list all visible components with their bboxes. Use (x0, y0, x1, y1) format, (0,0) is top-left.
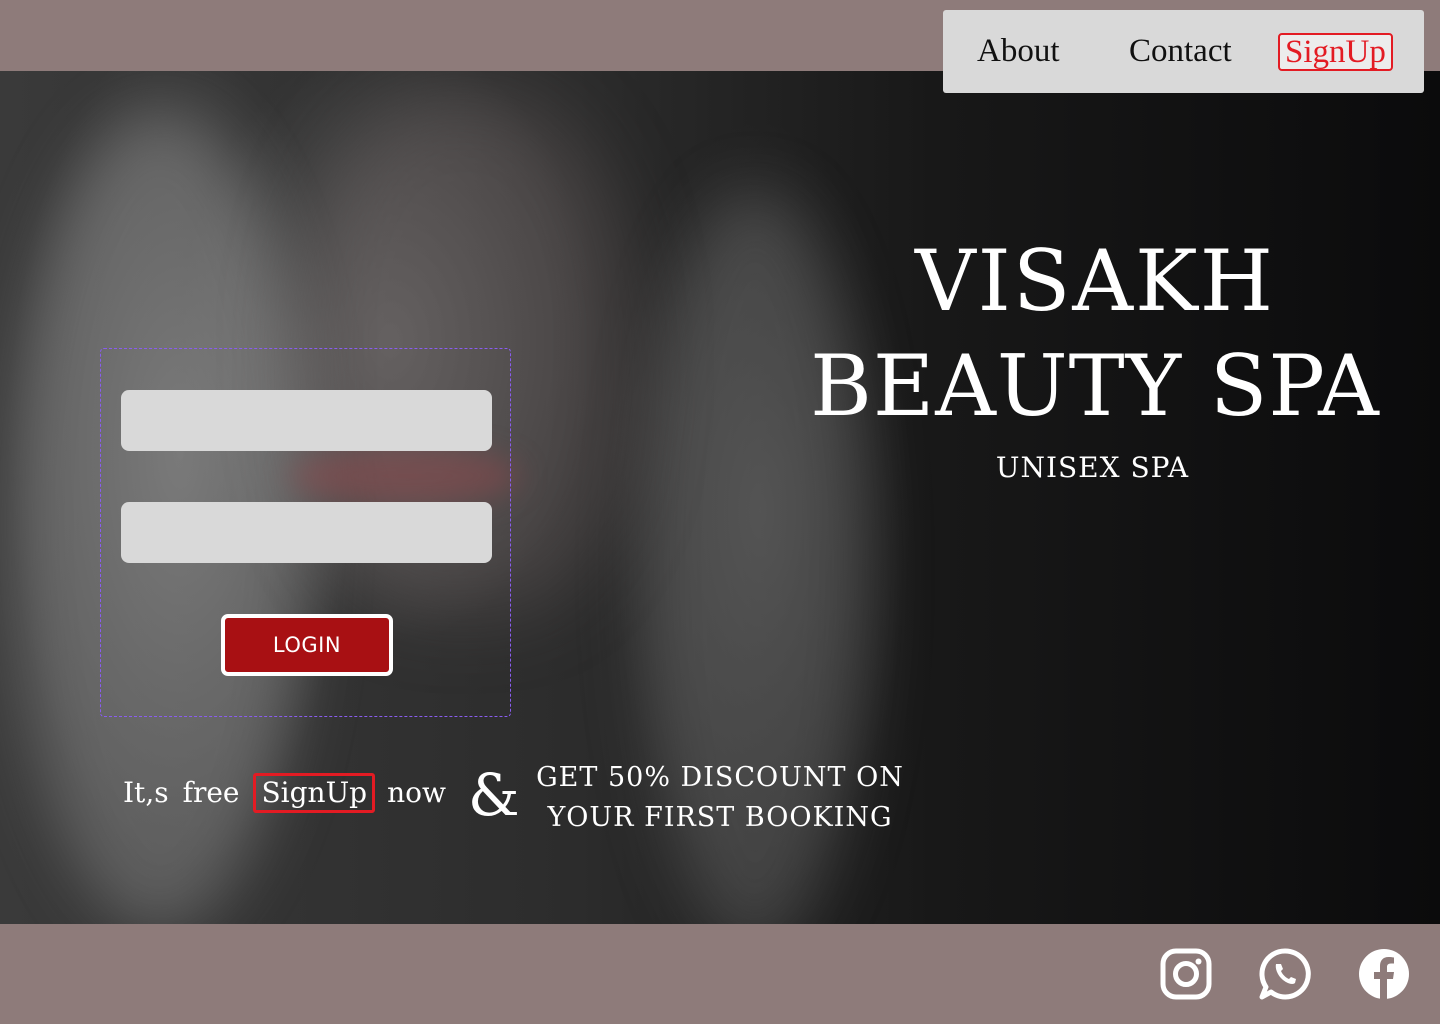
login-button[interactable]: LOGIN (221, 614, 393, 676)
nav-signup-button[interactable]: SignUp (1278, 33, 1393, 71)
discount-line-1: GET 50% DISCOUNT ON (536, 762, 904, 793)
discount-line-2: YOUR FIRST BOOKING (547, 802, 893, 833)
promo-word: now (387, 776, 446, 809)
promo-word: It,s (123, 776, 169, 809)
ampersand: & (468, 761, 520, 829)
instagram-icon[interactable] (1159, 947, 1213, 1001)
page-subtitle: UNISEX SPA (995, 451, 1190, 484)
facebook-icon[interactable] (1357, 947, 1411, 1001)
signup-promo: It,s free SignUp now (123, 773, 446, 813)
login-form: LOGIN (100, 348, 511, 717)
nav-about-link[interactable]: About (977, 32, 1060, 70)
promo-word: free (182, 776, 240, 809)
hero-section: VISAKH BEAUTY SPA UNISEX SPA LOGIN It,s f… (0, 71, 1440, 924)
discount-offer: GET 50% DISCOUNT ON YOUR FIRST BOOKING (530, 758, 910, 838)
page-title: VISAKH BEAUTY SPA (780, 231, 1410, 441)
nav-contact-link[interactable]: Contact (1129, 32, 1232, 70)
footer (0, 924, 1440, 1024)
promo-signup-link[interactable]: SignUp (253, 773, 376, 813)
title-line-2: BEAUTY SPA (810, 337, 1380, 435)
whatsapp-icon[interactable] (1258, 947, 1312, 1001)
password-input[interactable] (121, 502, 492, 563)
title-line-1: VISAKH (914, 232, 1276, 330)
main-nav: About Contact SignUp (943, 10, 1424, 93)
username-input[interactable] (121, 390, 492, 451)
